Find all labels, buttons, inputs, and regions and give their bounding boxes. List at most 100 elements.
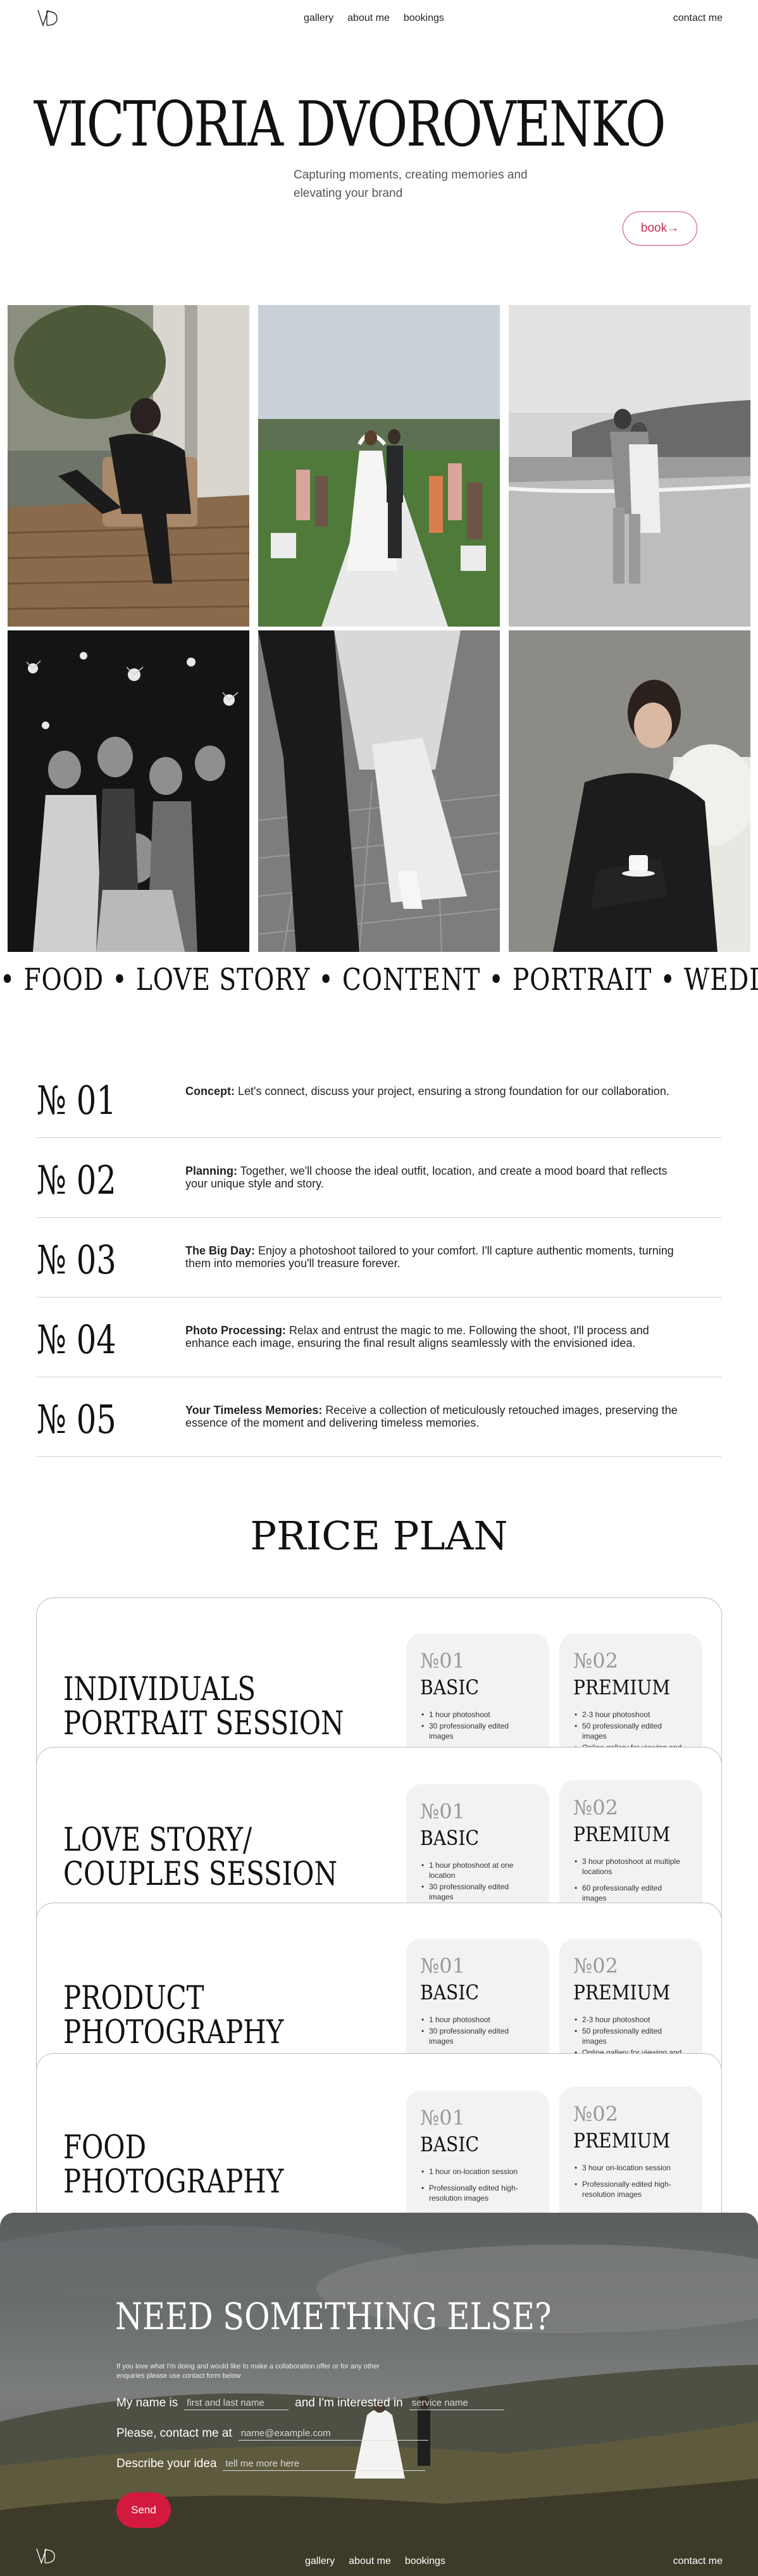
contact-idea-row: Describe your idea xyxy=(116,2457,426,2471)
contact-name-row: My name is and I'm interested in xyxy=(116,2396,504,2410)
plan-name: BASIC xyxy=(420,1675,479,1699)
plan-number: №02 xyxy=(573,1649,618,1673)
plan-name: BASIC xyxy=(420,1980,479,2004)
step-number: № 05 xyxy=(37,1396,116,1442)
footer-contact-me[interactable]: contact me xyxy=(673,2556,723,2567)
send-button[interactable]: Send xyxy=(116,2492,171,2528)
nav-gallery[interactable]: gallery xyxy=(304,13,333,24)
plan-feature: 50 professionally edited images xyxy=(573,1721,688,1741)
gallery-photo-wedding-walk[interactable] xyxy=(258,305,500,627)
footer-nav-about-me[interactable]: about me xyxy=(349,2556,391,2567)
plan-number: №01 xyxy=(420,1954,465,1978)
process-step-5: № 05 Your Timeless Memories: Receive a c… xyxy=(37,1377,721,1457)
plan-name: BASIC xyxy=(420,2132,479,2156)
step-description: Concept: Let's connect, discuss your pro… xyxy=(185,1085,692,1097)
process-step-2: № 02 Planning: Together, we'll choose th… xyxy=(37,1138,721,1218)
price-card-title-line-2: COUPLES SESSION xyxy=(63,1856,338,1893)
step-number: № 01 xyxy=(37,1077,116,1123)
plan-feature: 30 professionally edited images xyxy=(420,1721,535,1741)
plan-number: №01 xyxy=(420,1649,465,1673)
hero-subtitle: Capturing moments, creating memories and… xyxy=(294,168,528,200)
plan-feature: 1 hour photoshoot xyxy=(420,1710,535,1720)
email-input[interactable] xyxy=(238,2427,428,2441)
process-step-3: № 03 The Big Day: Enjoy a photoshoot tai… xyxy=(37,1218,721,1297)
process-step-4: № 04 Photo Processing: Relax and entrust… xyxy=(37,1297,721,1377)
gallery-photo-bride-steps[interactable] xyxy=(258,630,500,952)
price-card-title: INDIVIDUALS PORTRAIT SESSION xyxy=(63,1673,344,1741)
plan-number: №02 xyxy=(573,1796,618,1820)
gallery-photo-sparklers-party[interactable] xyxy=(8,630,249,952)
gallery-photo-terrace-portrait[interactable] xyxy=(8,305,249,627)
step-title: The Big Day: xyxy=(185,1244,256,1257)
logo-icon[interactable] xyxy=(37,9,59,28)
interest-label: and I'm interested in xyxy=(295,2396,403,2410)
email-label: Please, contact me at xyxy=(116,2427,232,2440)
service-input[interactable] xyxy=(409,2396,504,2410)
step-description: Planning: Together, we'll choose the ide… xyxy=(185,1165,692,1190)
plan-feature: Professionally edited high-resolution im… xyxy=(420,2183,535,2203)
plan-feature: 2-3 hour photoshoot xyxy=(573,1710,688,1720)
nav-contact-me[interactable]: contact me xyxy=(673,13,723,24)
step-body: Enjoy a photoshoot tailored to your comf… xyxy=(185,1244,674,1270)
plan-number: №01 xyxy=(420,1799,465,1823)
plan-name: PREMIUM xyxy=(573,2129,671,2153)
step-title: Your Timeless Memories: xyxy=(185,1404,323,1416)
plan-feature: Professionally edited high-resolution im… xyxy=(573,2179,688,2199)
contact-email-row: Please, contact me at xyxy=(116,2427,428,2441)
price-card-title: FOOD PHOTOGRAPHY xyxy=(63,2131,283,2199)
main-nav: gallery about me bookings xyxy=(304,13,444,24)
plan-name: PREMIUM xyxy=(573,1675,671,1699)
name-input[interactable] xyxy=(184,2396,289,2410)
plan-features: 3 hour photoshoot at multiple locations … xyxy=(573,1856,688,1903)
plan-feature: 30 professionally edited images xyxy=(420,1882,535,1902)
price-card-title: LOVE STORY/ COUPLES SESSION xyxy=(63,1823,337,1892)
marquee-text: • FOOD • LOVE STORY • CONTENT • PORTRAIT… xyxy=(0,962,758,997)
price-card-title: PRODUCT PHOTOGRAPHY xyxy=(63,1982,283,2050)
plan-number: №02 xyxy=(573,1954,618,1978)
price-card-title-line-1: LOVE STORY/ xyxy=(63,1822,252,1859)
step-number: № 02 xyxy=(37,1157,116,1203)
book-button[interactable]: book→ xyxy=(623,211,697,246)
step-body: Let's connect, discuss your project, ens… xyxy=(235,1085,669,1097)
plan-feature: 30 professionally edited images xyxy=(420,2026,535,2046)
footer-logo-icon[interactable] xyxy=(35,2547,57,2566)
plan-feature: 3 hour on-location session xyxy=(573,2163,688,2173)
contact-intro: If you love what I'm doing and would lik… xyxy=(116,2363,380,2380)
idea-label: Describe your idea xyxy=(116,2457,217,2470)
nav-bookings[interactable]: bookings xyxy=(404,13,444,24)
plan-feature: 3 hour photoshoot at multiple locations xyxy=(573,1856,688,1877)
hero-title: VICTORIA DVOROVENKO xyxy=(34,89,666,161)
plan-name: BASIC xyxy=(420,1826,479,1850)
step-title: Photo Processing: xyxy=(185,1324,287,1337)
gallery-photo-woman-with-cup[interactable] xyxy=(509,630,750,952)
plan-features: 1 hour on-location session Professionall… xyxy=(420,2166,535,2203)
idea-input[interactable] xyxy=(223,2457,426,2471)
plan-feature: 1 hour on-location session xyxy=(420,2166,535,2177)
nav-about-me[interactable]: about me xyxy=(347,13,390,24)
price-card-title-line-2: PHOTOGRAPHY xyxy=(63,2014,284,2051)
plan-feature: 2-3 hour photoshoot xyxy=(573,2015,688,2025)
plan-features: 1 hour photoshoot 30 professionally edit… xyxy=(420,1710,535,1741)
price-card-title-line-2: PORTRAIT SESSION xyxy=(63,1705,344,1742)
step-title: Concept: xyxy=(185,1085,235,1097)
contact-title: NEED SOMETHING ELSE? xyxy=(115,2295,552,2338)
plan-name: PREMIUM xyxy=(573,1980,671,2004)
step-description: Your Timeless Memories: Receive a collec… xyxy=(185,1404,692,1429)
gallery-photo-beach-couple[interactable] xyxy=(509,305,750,627)
plan-features: 2-3 hour photoshoot 50 professionally ed… xyxy=(573,2015,688,2058)
price-card-title-line-1: FOOD xyxy=(63,2129,147,2166)
footer-nav: gallery about me bookings xyxy=(305,2556,445,2567)
plan-number: №02 xyxy=(573,2102,618,2126)
plan-feature: 50 professionally edited images xyxy=(573,2026,688,2046)
price-card-title-line-2: PHOTOGRAPHY xyxy=(63,2163,284,2201)
footer-nav-gallery[interactable]: gallery xyxy=(305,2556,335,2567)
step-number: № 03 xyxy=(37,1237,116,1283)
step-description: The Big Day: Enjoy a photoshoot tailored… xyxy=(185,1244,692,1270)
price-plan-title: PRICE PLAN xyxy=(250,1513,508,1559)
plan-feature: 1 hour photoshoot xyxy=(420,2015,535,2025)
price-card-title-line-1: INDIVIDUALS xyxy=(63,1671,256,1708)
plan-features: 1 hour photoshoot 30 professionally edit… xyxy=(420,2015,535,2046)
plan-features: 2-3 hour photoshoot 50 professionally ed… xyxy=(573,1710,688,1753)
footer-nav-bookings[interactable]: bookings xyxy=(405,2556,445,2567)
name-label: My name is xyxy=(116,2396,178,2410)
